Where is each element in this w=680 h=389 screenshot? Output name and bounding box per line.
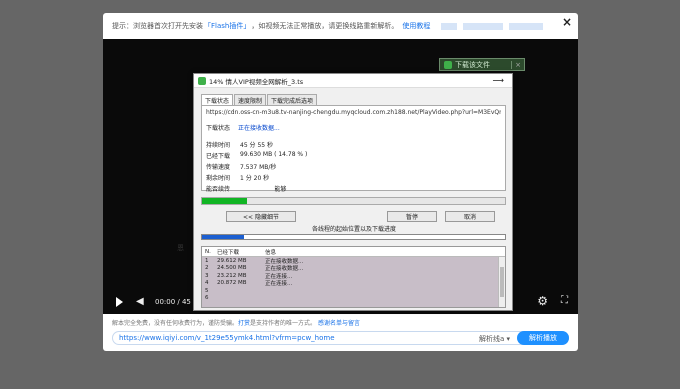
table-scrollbar[interactable] [498, 257, 505, 307]
stat-value: 7.537 MB/秒 [240, 164, 277, 171]
url-value: https://www.iqiyi.com/v_1t29e55ymk4.html… [119, 334, 335, 342]
row-n: 2 [205, 265, 209, 272]
dialog-title-bar: 14% 情人VIP视频全网解析_3.ts ⟶ [194, 74, 512, 88]
status-value: 正在接收数据... [238, 125, 280, 132]
minimize-icon[interactable]: ⟶ [493, 76, 504, 85]
background-text: 恩 [177, 244, 184, 252]
parse-play-button[interactable]: 解析播放 [517, 331, 569, 345]
download-button-label: 下载该文件 [455, 60, 490, 69]
download-close-icon[interactable]: × [511, 60, 524, 69]
thread-progress-bar [201, 234, 506, 240]
cancel-button[interactable]: 取消 [445, 211, 495, 222]
table-row[interactable]: 6 [202, 295, 505, 303]
fullscreen-icon[interactable]: ⛶ [561, 295, 568, 306]
dialog-title: 14% 情人VIP视频全网解析_3.ts [209, 77, 304, 86]
thanks-link[interactable]: 感谢名单与留言 [318, 320, 360, 327]
bottom-note: 解本完全免费，没有任何收费行为，谨防受骗。打赏是支持作者的唯一方式。 感谢名单与… [112, 318, 360, 327]
parse-line-select[interactable]: 解析线a ▾ [479, 334, 510, 344]
download-url: https://cdn.oss-cn-m3u8.tv-nanjing-cheng… [206, 109, 501, 116]
row-n: 3 [205, 272, 209, 279]
note-mid: 是支持作者的唯一方式。 [250, 320, 317, 327]
stat-value: 能够 [240, 186, 287, 193]
time-display: 00:00 / 45 [155, 298, 191, 306]
stat-label: 持续时间 [206, 142, 231, 149]
stat-label: 剩余时间 [206, 175, 231, 182]
row-downloaded: 24.500 MB [217, 265, 247, 272]
row-downloaded: 23.212 MB [217, 272, 247, 279]
parse-line-value: 解析线a [478, 335, 505, 343]
idm-download-dialog: 14% 情人VIP视频全网解析_3.ts ⟶ 下载状态 速度限制 下载完成后选项… [193, 73, 513, 311]
donate-link[interactable]: 打赏 [238, 320, 250, 327]
col-info: 信息 [265, 249, 277, 256]
idm-icon [198, 76, 206, 85]
tip-bar: 提示：浏览器首次打开先安装 「Flash插件」 ，如视频无法正常播放，请更换线路… [103, 13, 578, 39]
table-row[interactable]: 4 20.872 MB 正在连接... [202, 280, 505, 288]
tip-middle: ，如视频无法正常播放，请更换线路重新解析。 [251, 22, 399, 30]
stat-label: 传输速度 [206, 164, 231, 171]
col-downloaded: 已经下载 [217, 249, 240, 256]
tutorial-link[interactable]: 使用教程 [402, 21, 430, 31]
blurred-ad-1 [441, 22, 458, 30]
play-icon[interactable] [116, 297, 123, 307]
stat-value: 45 分 55 秒 [240, 142, 273, 149]
stat-value: 99.630 MB ( 14.78 % ) [240, 151, 308, 158]
download-progress-bar [201, 197, 506, 205]
blurred-ad-2 [463, 22, 504, 30]
blurred-ad-3 [509, 22, 544, 30]
table-row[interactable]: 5 [202, 287, 505, 295]
row-n: 1 [205, 257, 209, 264]
row-n: 6 [205, 295, 209, 302]
stat-label: 能否续传 [206, 186, 231, 193]
idm-icon [444, 60, 452, 69]
status-label: 下载状态 [206, 125, 231, 132]
gear-icon[interactable]: ⚙ [537, 294, 548, 308]
url-input[interactable]: https://www.iqiyi.com/v_1t29e55ymk4.html… [112, 331, 569, 345]
pause-button[interactable]: 暂停 [387, 211, 437, 222]
row-downloaded: 20.872 MB [217, 280, 247, 287]
row-n: 5 [205, 287, 209, 294]
stat-value: 1 分 20 秒 [240, 175, 270, 182]
thread-table: N. 已经下载 信息 1 29.612 MB 正在接收数据... 2 24.500 M… [201, 246, 506, 308]
col-n: N. [205, 248, 211, 255]
tip-prefix: 提示：浏览器首次打开先安装 [112, 22, 203, 30]
thread-progress-fill [202, 235, 245, 239]
flash-plugin-link[interactable]: 「Flash插件」 [204, 21, 250, 31]
status-panel: https://cdn.oss-cn-m3u8.tv-nanjing-cheng… [201, 105, 506, 193]
note-prefix: 解本完全免费，没有任何收费行为，谨防受骗。 [112, 320, 239, 327]
table-header: N. 已经下载 信息 [202, 247, 505, 257]
download-video-button[interactable]: 下载该文件 × [439, 58, 525, 71]
thread-label: 各线程的起始位置以及下载进度 [311, 226, 396, 233]
progress-fill [202, 198, 247, 204]
scroll-thumb[interactable] [500, 267, 504, 297]
row-info: 正在连接... [265, 281, 293, 288]
volume-icon[interactable]: ◀ [136, 296, 144, 307]
hide-details-button[interactable]: << 隐藏细节 [226, 211, 296, 222]
row-downloaded: 29.612 MB [217, 257, 247, 264]
close-icon[interactable]: × [562, 15, 572, 29]
stat-label: 已经下载 [206, 153, 231, 160]
row-n: 4 [205, 280, 209, 287]
